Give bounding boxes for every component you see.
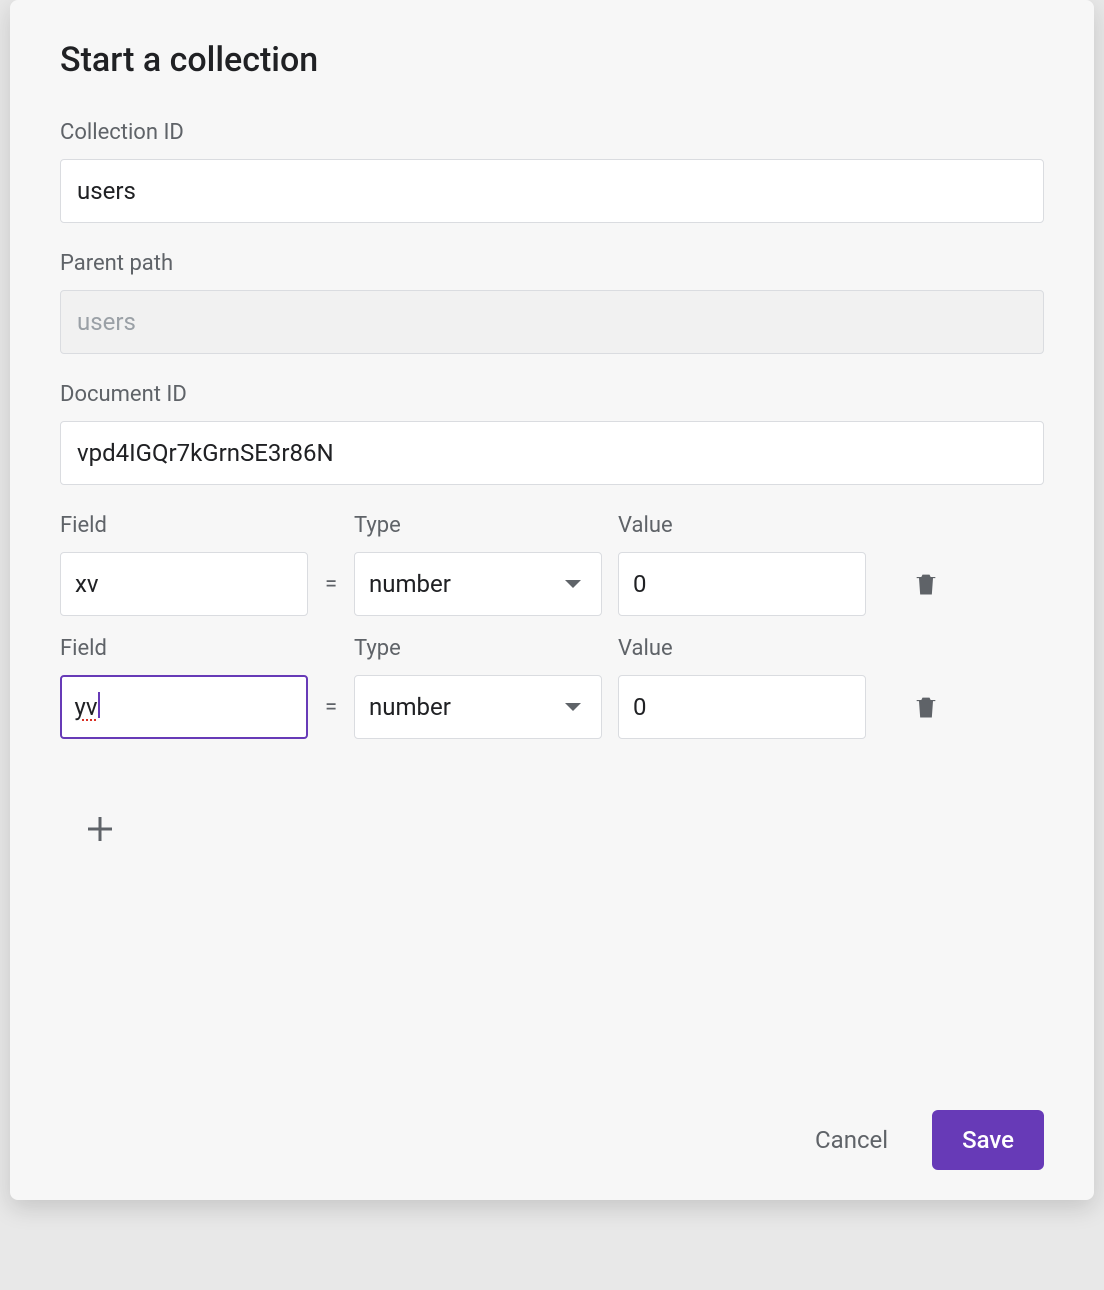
field-row: Field Type Value = number [60, 513, 1044, 616]
equals-sign: = [308, 572, 354, 597]
field-headers: Field Type Value [60, 513, 1044, 538]
field-row-inputs: = number [60, 552, 1044, 616]
header-type: Type [354, 513, 602, 538]
field-type-select[interactable]: number [354, 675, 602, 739]
header-value: Value [618, 636, 866, 661]
cancel-button[interactable]: Cancel [807, 1112, 896, 1168]
header-type: Type [354, 636, 602, 661]
spacer [60, 859, 1044, 1090]
field-type-select[interactable]: number [354, 552, 602, 616]
delete-field-button[interactable] [906, 687, 946, 727]
field-type-value: number [369, 693, 451, 721]
trash-icon [912, 691, 940, 723]
document-id-input[interactable] [60, 421, 1044, 485]
equals-sign: = [308, 695, 354, 720]
save-button[interactable]: Save [932, 1110, 1044, 1170]
parent-path-group: Parent path [60, 251, 1044, 354]
collection-id-group: Collection ID [60, 120, 1044, 223]
field-value-input[interactable] [618, 552, 866, 616]
start-collection-dialog: Start a collection Collection ID Parent … [10, 0, 1094, 1200]
field-value-input[interactable] [618, 675, 866, 739]
dialog-actions: Cancel Save [60, 1090, 1044, 1170]
delete-field-button[interactable] [906, 564, 946, 604]
field-row-inputs: yv = number [60, 675, 1044, 739]
document-id-label: Document ID [60, 382, 1044, 407]
field-row: Field Type Value yv = number [60, 636, 1044, 739]
parent-path-input [60, 290, 1044, 354]
collection-id-label: Collection ID [60, 120, 1044, 145]
field-name-text: yv [75, 693, 98, 721]
collection-id-input[interactable] [60, 159, 1044, 223]
parent-path-label: Parent path [60, 251, 1044, 276]
document-id-group: Document ID [60, 382, 1044, 485]
chevron-down-icon [565, 580, 581, 588]
field-type-value: number [369, 570, 451, 598]
field-name-input[interactable]: yv [60, 675, 308, 739]
trash-icon [912, 568, 940, 600]
field-name-input[interactable] [60, 552, 308, 616]
chevron-down-icon [565, 703, 581, 711]
plus-icon [82, 811, 118, 847]
field-headers: Field Type Value [60, 636, 1044, 661]
header-value: Value [618, 513, 866, 538]
text-caret [98, 692, 100, 718]
header-field: Field [60, 636, 308, 661]
dialog-title: Start a collection [60, 40, 1044, 80]
header-field: Field [60, 513, 308, 538]
add-field-button[interactable] [70, 799, 130, 859]
